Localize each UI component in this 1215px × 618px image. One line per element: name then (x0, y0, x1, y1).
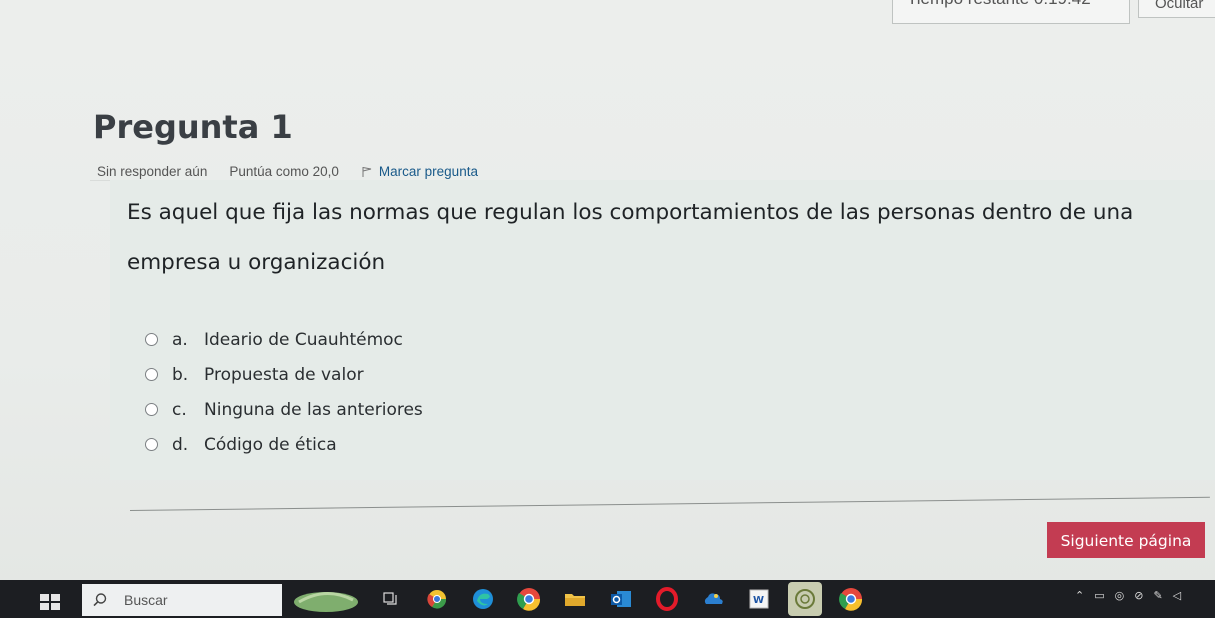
section-divider (129, 496, 1210, 511)
radio-button[interactable] (145, 368, 158, 381)
hide-timer-label: Ocultar (1155, 0, 1204, 12)
svg-text:W: W (753, 595, 764, 606)
system-tray: ⌃ ▭ ◎ ⊘ ✎ ◁ (1075, 589, 1191, 602)
flag-question-link[interactable]: Marcar pregunta (361, 164, 478, 179)
timer-box: Tiempo restante 0:19:42 (892, 0, 1130, 24)
widgets-icon[interactable] (290, 582, 362, 616)
flag-icon (362, 166, 372, 177)
edge-icon[interactable] (466, 582, 500, 616)
answer-list: a. Ideario de Cuauhtémoc b. Propuesta de… (145, 322, 423, 462)
quiz-page: Tiempo restante 0:19:42 Ocultar Pregunta… (0, 0, 1215, 588)
answer-option-c[interactable]: c. Ninguna de las anteriores (145, 392, 423, 427)
file-explorer-icon[interactable] (558, 582, 592, 616)
chrome-app-icon[interactable] (420, 582, 454, 616)
answer-option-b[interactable]: b. Propuesta de valor (145, 357, 423, 392)
wifi-off-icon[interactable]: ⊘ (1134, 589, 1143, 602)
answer-letter: a. (172, 329, 188, 350)
answer-letter: c. (172, 399, 187, 420)
question-status: Sin responder aún (97, 164, 208, 179)
task-view-icon[interactable] (374, 582, 408, 616)
search-input[interactable] (122, 591, 276, 609)
radio-button[interactable] (145, 333, 158, 346)
question-text: Es aquel que fija las normas que regulan… (127, 200, 1134, 275)
taskbar: W ⌃ ▭ ◎ ⊘ ✎ ◁ (0, 580, 1215, 618)
battery-icon[interactable]: ▭ (1094, 589, 1104, 602)
chrome-profile-icon[interactable] (834, 582, 868, 616)
radio-button[interactable] (145, 438, 158, 451)
windows-start-icon[interactable] (40, 594, 62, 610)
radio-button[interactable] (145, 403, 158, 416)
opera-icon[interactable] (650, 582, 684, 616)
answer-text: Código de ética (204, 434, 337, 455)
chevron-up-icon[interactable]: ⌃ (1075, 589, 1084, 602)
answer-option-a[interactable]: a. Ideario de Cuauhtémoc (145, 322, 423, 357)
answer-option-d[interactable]: d. Código de ética (145, 427, 423, 462)
answer-letter: d. (172, 434, 189, 455)
question-info: Sin responder aún Puntúa como 20,0 Marca… (97, 164, 478, 179)
answer-text: Ninguna de las anteriores (204, 399, 423, 420)
network-icon[interactable]: ◎ (1115, 589, 1125, 602)
answer-text: Propuesta de valor (204, 364, 364, 385)
outlook-icon[interactable] (604, 582, 638, 616)
chrome-icon[interactable] (512, 582, 546, 616)
hide-timer-button[interactable]: Ocultar (1138, 0, 1215, 18)
pen-icon[interactable]: ✎ (1153, 589, 1162, 602)
word-icon[interactable]: W (742, 582, 776, 616)
question-title: Pregunta 1 (93, 108, 293, 146)
question-grade: Puntúa como 20,0 (229, 164, 339, 179)
answer-text: Ideario de Cuauhtémoc (204, 329, 403, 350)
circle-app-icon[interactable] (788, 582, 822, 616)
volume-icon[interactable]: ◁ (1173, 589, 1181, 602)
next-page-button[interactable]: Siguiente página (1047, 522, 1205, 558)
search-icon (93, 593, 107, 607)
flag-question-label: Marcar pregunta (378, 164, 478, 179)
timer-text: Tiempo restante 0:19:42 (907, 0, 1091, 9)
answer-letter: b. (172, 364, 189, 385)
taskbar-apps: W (290, 582, 880, 616)
taskbar-search[interactable] (82, 584, 282, 616)
onedrive-icon[interactable] (696, 582, 730, 616)
